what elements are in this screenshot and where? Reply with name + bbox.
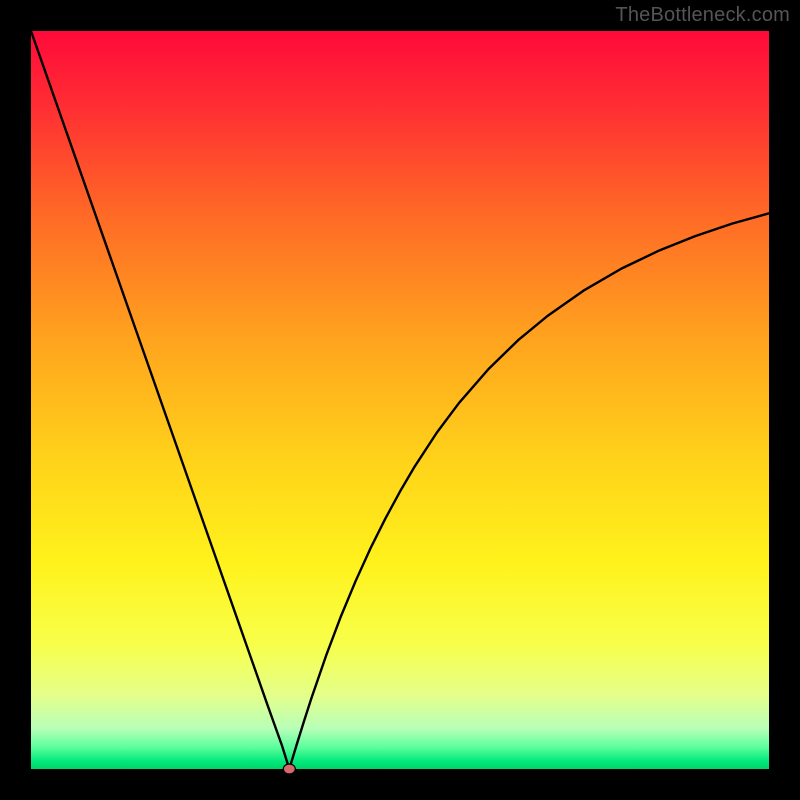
- gradient-background: [31, 31, 769, 769]
- bottleneck-chart: [0, 0, 800, 800]
- watermark-label: TheBottleneck.com: [615, 4, 790, 27]
- chart-canvas: TheBottleneck.com: [0, 0, 800, 800]
- minimum-marker: [283, 764, 295, 774]
